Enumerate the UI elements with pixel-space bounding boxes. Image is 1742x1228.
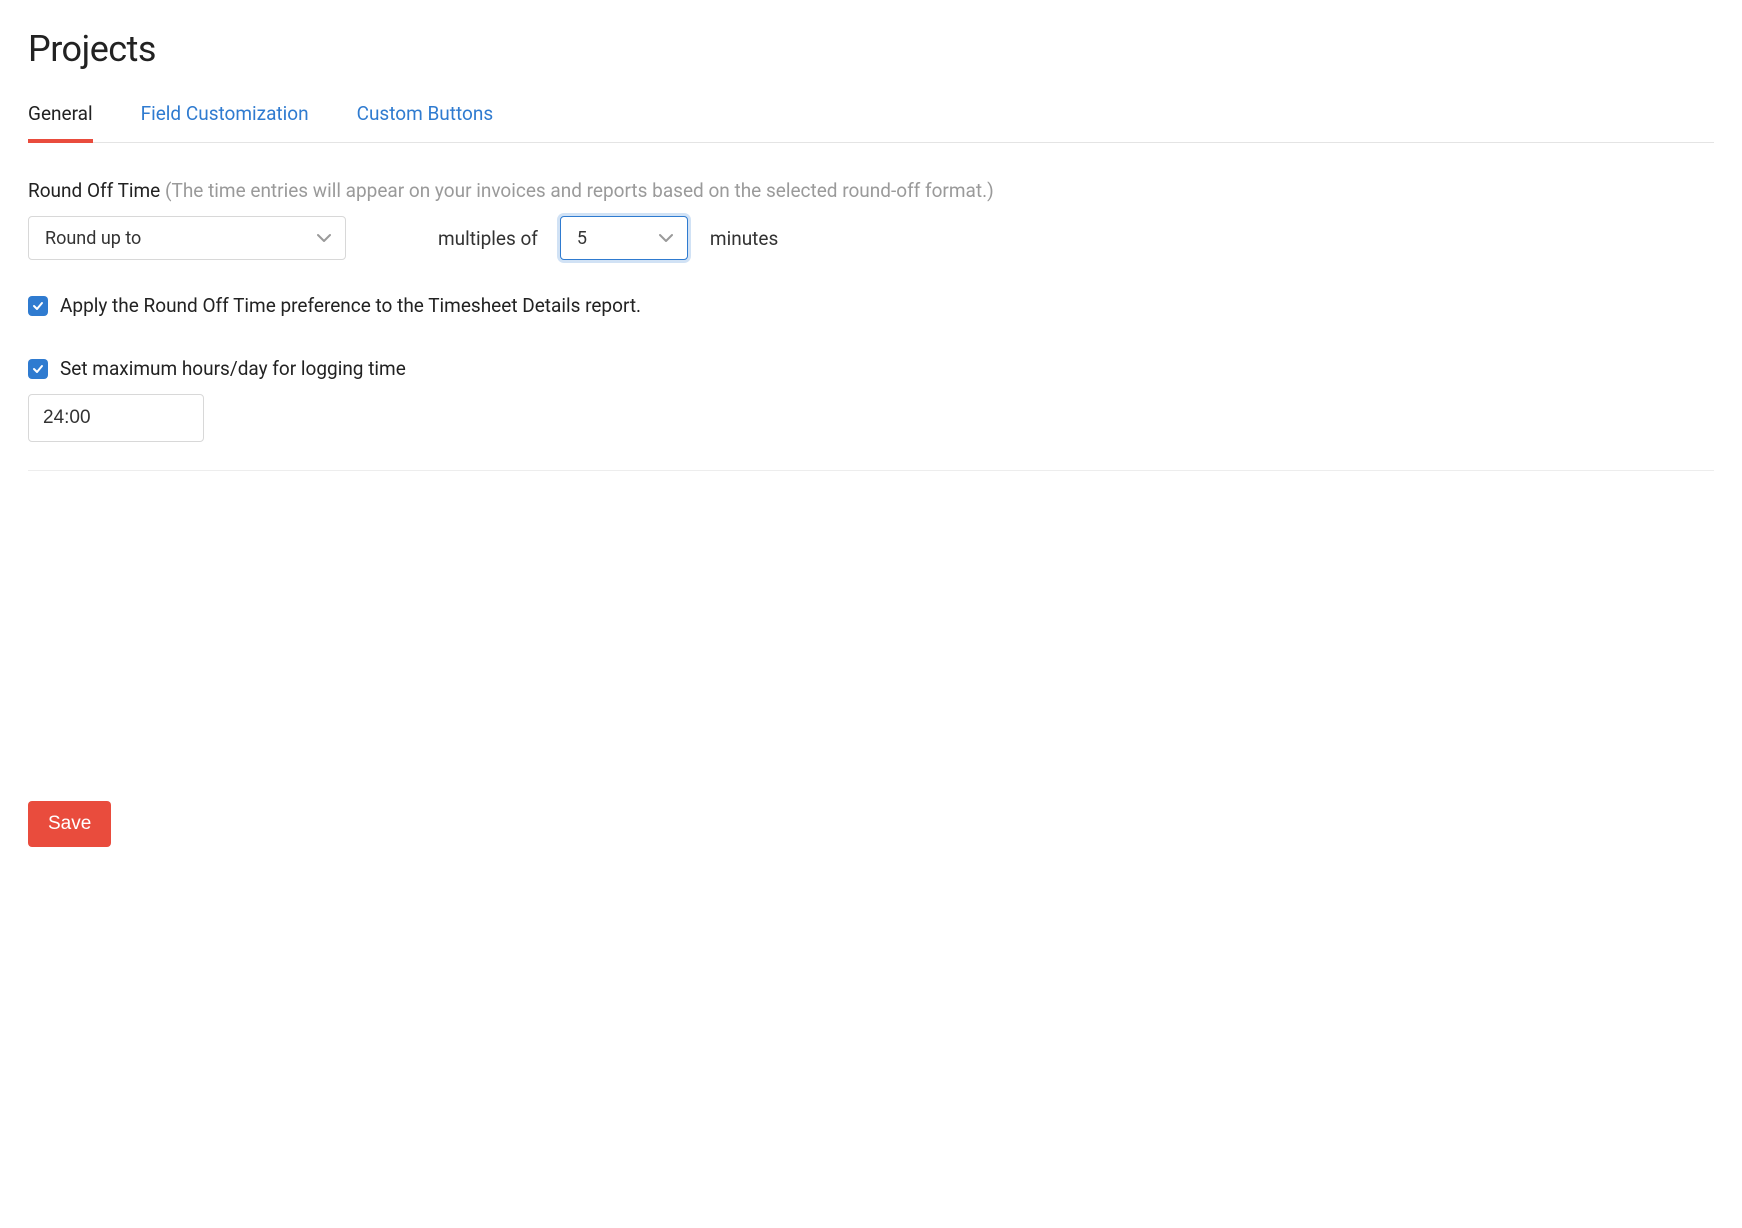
apply-roundoff-checkbox[interactable] — [28, 296, 48, 316]
apply-roundoff-row: Apply the Round Off Time preference to t… — [28, 294, 1714, 317]
apply-roundoff-label: Apply the Round Off Time preference to t… — [60, 294, 641, 317]
divider — [28, 470, 1714, 471]
round-off-label-row: Round Off Time (The time entries will ap… — [28, 179, 1714, 202]
chevron-down-icon — [317, 231, 331, 245]
tab-field-customization[interactable]: Field Customization — [141, 102, 309, 143]
round-multiples-select[interactable]: 5 — [560, 216, 688, 260]
page-title: Projects — [28, 28, 1714, 70]
save-button[interactable]: Save — [28, 801, 111, 847]
round-multiples-value: 5 — [577, 228, 587, 249]
tabs: General Field Customization Custom Butto… — [28, 102, 1714, 143]
round-off-hint: (The time entries will appear on your in… — [165, 179, 994, 202]
max-hours-checkbox[interactable] — [28, 359, 48, 379]
chevron-down-icon — [659, 231, 673, 245]
round-direction-select[interactable]: Round up to — [28, 216, 346, 260]
round-off-controls: Round up to multiples of 5 minutes — [28, 216, 1714, 260]
max-hours-label: Set maximum hours/day for logging time — [60, 357, 406, 380]
round-off-label: Round Off Time — [28, 179, 160, 202]
tab-custom-buttons[interactable]: Custom Buttons — [357, 102, 494, 143]
max-hours-row: Set maximum hours/day for logging time — [28, 357, 1714, 380]
round-direction-value: Round up to — [45, 228, 141, 249]
multiples-of-label: multiples of — [438, 227, 538, 250]
max-hours-input[interactable] — [28, 394, 204, 442]
tab-general[interactable]: General — [28, 102, 93, 143]
minutes-label: minutes — [710, 227, 778, 250]
